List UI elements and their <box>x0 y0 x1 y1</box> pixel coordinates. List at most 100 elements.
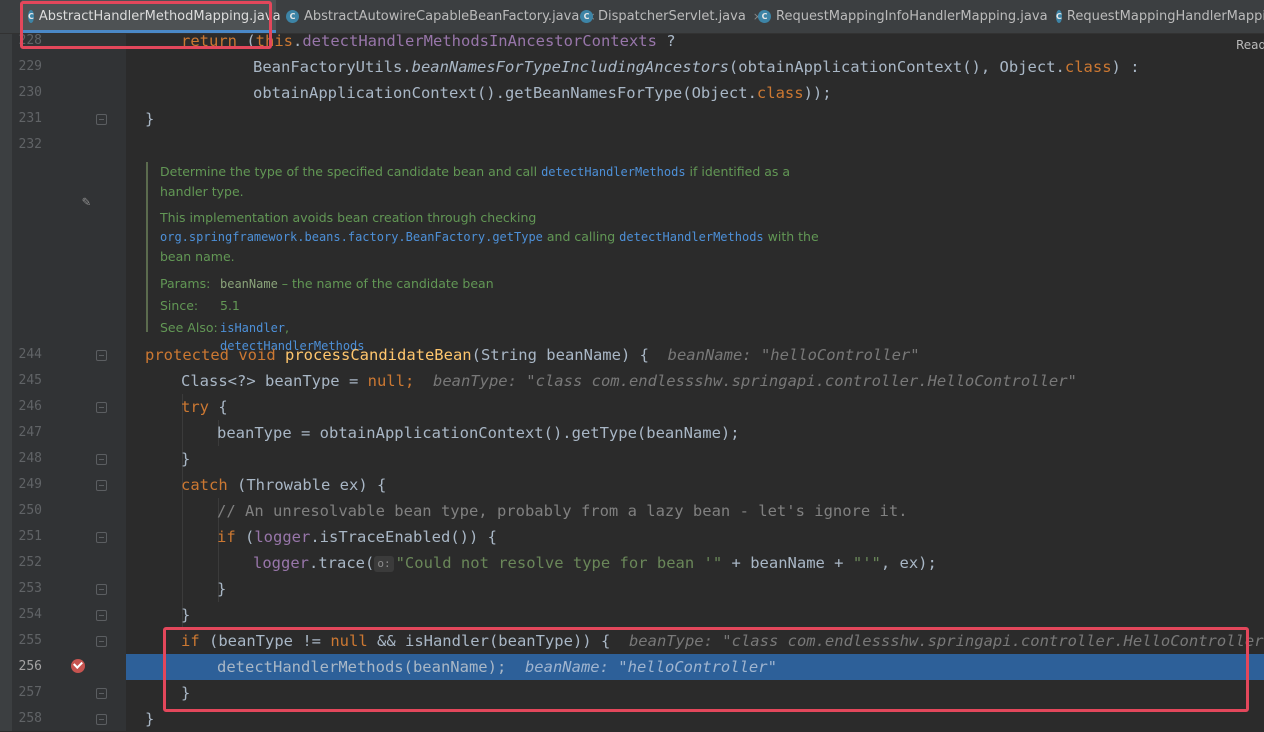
token-string: "'" <box>852 554 881 572</box>
token-field: logger <box>253 554 309 572</box>
line-number: 248 <box>18 451 42 466</box>
token-text: (obtainApplicationContext(), Object. <box>728 58 1065 76</box>
fold-marker-icon[interactable] <box>96 350 107 361</box>
token-text: ) : <box>1111 58 1140 76</box>
code-line-245[interactable]: Class<?> beanType = null; beanType: "cla… <box>126 368 1264 394</box>
code-line-254[interactable]: } <box>126 602 1264 628</box>
line-number: 246 <box>18 399 42 414</box>
token-keyword: class <box>1064 58 1112 76</box>
line-number: 249 <box>18 477 42 492</box>
code-line-250[interactable]: // An unresolvable bean type, probably f… <box>126 498 1264 524</box>
token-text: beanType = obtainApplicationContext().ge… <box>217 424 740 442</box>
doc-link-detect-handler-methods[interactable]: detectHandlerMethods <box>541 165 686 179</box>
token-text: ( <box>235 528 255 546</box>
token-text: .trace( <box>309 554 375 572</box>
line-number: 252 <box>18 555 42 570</box>
code-line-252[interactable]: logger.trace(o: "Could not resolve type f… <box>126 550 1264 576</box>
breakpoint-hit-icon[interactable] <box>71 659 85 673</box>
inline-debug-value: beanType: "class com.endlessshw.springap… <box>432 372 1077 390</box>
doc-params-row: Params: beanName – the name of the candid… <box>160 273 826 295</box>
code-line-231[interactable]: } <box>126 106 1264 132</box>
edit-doc-pencil-icon[interactable]: ✎ <box>82 194 90 210</box>
line-number: 255 <box>18 633 42 648</box>
code-line-244[interactable]: protected void processCandidateBean(Stri… <box>126 342 1264 368</box>
token-keyword: protected void <box>145 346 276 364</box>
java-class-icon: C <box>1056 10 1062 23</box>
doc-see-also-label: See Also: <box>160 320 218 335</box>
code-line-247[interactable]: beanType = obtainApplicationContext().ge… <box>126 420 1264 446</box>
java-class-icon: C <box>758 10 771 23</box>
doc-text: Determine the type of the specified cand… <box>160 164 542 179</box>
token-text: (String beanName) { <box>471 346 649 364</box>
fold-marker-icon[interactable] <box>96 584 107 595</box>
line-number: 253 <box>18 581 42 596</box>
highlight-box-active-tab <box>20 1 272 49</box>
token-text: } <box>181 606 191 624</box>
doc-since-row: Since: 5.1 <box>160 295 826 317</box>
code-line-249[interactable]: catch (Throwable ex) { <box>126 472 1264 498</box>
token-text: } <box>181 450 191 468</box>
fold-marker-icon[interactable] <box>96 532 107 543</box>
tab-label: RequestMappingHandlerMappi <box>1066 9 1264 24</box>
doc-paragraph: This implementation avoids bean creation… <box>160 208 826 266</box>
tab-label: RequestMappingInfoHandlerMapping.java <box>776 9 1048 24</box>
code-line-228[interactable]: return (this.detectHandlerMethodsInAnces… <box>126 28 1264 54</box>
line-number: 231 <box>18 111 42 126</box>
code-line-230[interactable]: obtainApplicationContext().getBeanNamesF… <box>126 80 1264 106</box>
code-line-253[interactable]: } <box>126 576 1264 602</box>
line-number: 230 <box>18 85 42 100</box>
line-number: 250 <box>18 503 42 518</box>
doc-link-bean-factory-get-type[interactable]: org.springframework.beans.factory.BeanFa… <box>160 230 543 244</box>
token-keyword: catch <box>181 476 228 494</box>
tab-label: AbstractAutowireCapableBeanFactory.java <box>304 9 580 24</box>
doc-link-detect-handler-methods[interactable]: detectHandlerMethods <box>619 230 764 244</box>
token-comment: // An unresolvable bean type, probably f… <box>217 502 908 520</box>
fold-marker-icon[interactable] <box>96 454 107 465</box>
fold-marker-icon[interactable] <box>96 610 107 621</box>
token-keyword: if <box>217 528 236 546</box>
parameter-name-hint: o: <box>374 556 394 572</box>
code-line-248[interactable]: } <box>126 446 1264 472</box>
line-number: 258 <box>18 711 42 726</box>
token-field: detectHandlerMethodsInAncestorContexts <box>302 32 657 50</box>
token-text: ? <box>656 32 676 50</box>
token-text: + beanName + <box>722 554 853 572</box>
doc-since-label: Since: <box>160 298 199 313</box>
token-field: logger <box>254 528 311 546</box>
token-text: )); <box>803 84 832 102</box>
token-text: , ex); <box>880 554 937 572</box>
token-text: } <box>145 710 155 728</box>
token-text: . <box>293 32 303 50</box>
fold-marker-icon[interactable] <box>96 636 107 647</box>
fold-marker-icon[interactable] <box>96 688 107 699</box>
token-keyword: class <box>756 84 804 102</box>
fold-marker-icon[interactable] <box>96 402 107 413</box>
line-number: 232 <box>18 137 42 152</box>
doc-since-value: 5.1 <box>220 298 240 313</box>
token-static-method: beanNamesForTypeIncludingAncestors <box>411 58 729 76</box>
doc-link-is-handler[interactable]: isHandler <box>220 321 285 335</box>
rendered-javadoc: Determine the type of the specified cand… <box>146 162 826 353</box>
code-line-246[interactable]: try { <box>126 394 1264 420</box>
token-string: "Could not resolve type for bean '" <box>395 554 723 572</box>
token-text: obtainApplicationContext().getBeanNamesF… <box>253 84 757 102</box>
fold-marker-icon[interactable] <box>96 480 107 491</box>
fold-marker-icon[interactable] <box>96 114 107 125</box>
code-line-229[interactable]: BeanFactoryUtils.beanNamesForTypeIncludi… <box>126 54 1264 80</box>
doc-params-label: Params: <box>160 276 211 291</box>
line-number: 247 <box>18 425 42 440</box>
doc-paragraph: Determine the type of the specified cand… <box>160 162 826 201</box>
token-text: } <box>217 580 227 598</box>
fold-marker-icon[interactable] <box>96 714 107 725</box>
token-keyword: null <box>367 372 405 390</box>
doc-separator: , <box>285 320 290 335</box>
token-text: BeanFactoryUtils. <box>253 58 412 76</box>
doc-param-desc: – the name of the candidate bean <box>277 276 494 291</box>
token-text: { <box>209 398 228 416</box>
doc-param-name: beanName <box>220 277 278 291</box>
line-number: 244 <box>18 347 42 362</box>
token-text: Class<?> beanType = <box>181 372 368 390</box>
line-number: 257 <box>18 685 42 700</box>
java-class-icon: C <box>286 10 299 23</box>
code-line-251[interactable]: if (logger.isTraceEnabled()) { <box>126 524 1264 550</box>
